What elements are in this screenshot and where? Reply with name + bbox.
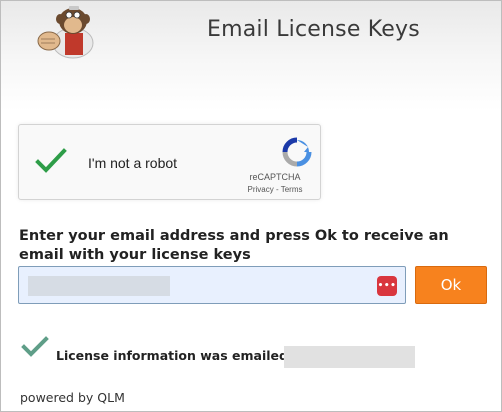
recaptcha-checkbox[interactable] xyxy=(35,147,67,175)
recaptcha-label: I'm not a robot xyxy=(88,155,178,171)
recaptcha-privacy-terms[interactable]: Privacy - Terms xyxy=(240,185,310,194)
status-message: License information was emailed to: xyxy=(56,348,312,363)
email-input[interactable]: ••• xyxy=(18,266,406,304)
ok-button[interactable]: Ok xyxy=(415,266,487,304)
powered-by-footer: powered by QLM xyxy=(20,390,125,405)
instruction-text: Enter your email address and press Ok to… xyxy=(19,228,449,263)
recaptcha-logo-icon xyxy=(282,137,312,167)
check-icon xyxy=(21,336,49,357)
monkey-mascot-icon xyxy=(37,6,94,59)
email-value-redacted xyxy=(28,276,170,296)
emailed-address-redacted xyxy=(284,346,415,368)
password-manager-icon[interactable]: ••• xyxy=(377,276,397,296)
recaptcha-brand: reCAPTCHA xyxy=(249,172,301,182)
recaptcha-widget: I'm not a robot reCAPTCHA Privacy - Term… xyxy=(18,124,321,200)
dialog-frame: Email License Keys I'm not a robot reCAP… xyxy=(0,0,502,412)
page-title: Email License Keys xyxy=(207,17,420,42)
